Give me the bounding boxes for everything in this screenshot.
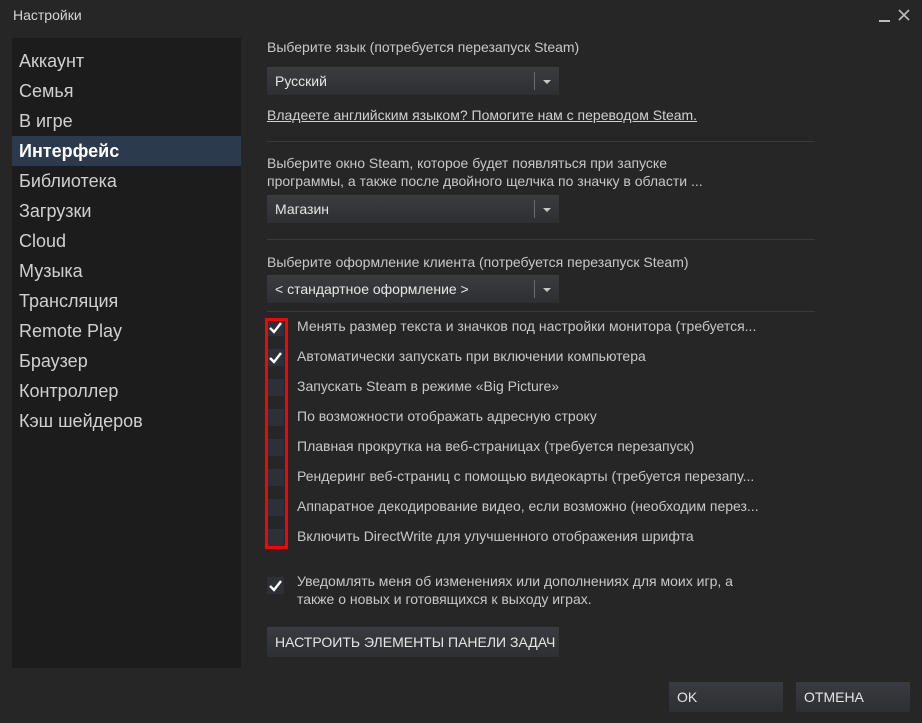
checkbox-label: Рендеринг веб-страниц с помощью видеокар… bbox=[297, 468, 755, 484]
ok-button[interactable]: OK bbox=[669, 682, 783, 712]
dropdown-separator bbox=[534, 280, 535, 298]
sidebar-item-remote-play[interactable]: Remote Play bbox=[12, 316, 241, 346]
sidebar-item-browser[interactable]: Браузер bbox=[12, 346, 241, 376]
sidebar-item-interface[interactable]: Интерфейс bbox=[12, 136, 241, 166]
checkbox-smooth-scroll[interactable]: Плавная прокрутка на веб-страницах (треб… bbox=[267, 432, 827, 462]
sidebar-item-controller[interactable]: Контроллер bbox=[12, 376, 241, 406]
minimize-icon bbox=[878, 20, 890, 22]
notify-updates-label-line2: также о новых и готовящихся к выходу игр… bbox=[297, 591, 592, 607]
settings-sidebar: Аккаунт Семья В игре Интерфейс Библиотек… bbox=[12, 38, 241, 668]
section-divider bbox=[267, 141, 815, 142]
title-bar[interactable]: Настройки bbox=[0, 0, 922, 36]
sidebar-item-family[interactable]: Семья bbox=[12, 76, 241, 106]
startup-window-label-line1: Выберите окно Steam, которое будет появл… bbox=[267, 155, 667, 171]
sidebar-item-in-game[interactable]: В игре bbox=[12, 106, 241, 136]
sidebar-item-account[interactable]: Аккаунт bbox=[12, 46, 241, 76]
checkbox-label: Плавная прокрутка на веб-страницах (треб… bbox=[297, 438, 695, 454]
skin-dropdown-value: < стандартное оформление > bbox=[275, 281, 469, 297]
skin-label: Выберите оформление клиента (потребуется… bbox=[267, 254, 689, 270]
checkbox-hw-video-decode[interactable]: Аппаратное декодирование видео, если воз… bbox=[267, 492, 827, 522]
dropdown-separator bbox=[534, 72, 535, 90]
checkbox-box[interactable] bbox=[267, 439, 284, 456]
checkmark-icon bbox=[269, 352, 282, 364]
checkbox-label: По возможности отображать адресную строк… bbox=[297, 408, 597, 424]
checkbox-box[interactable] bbox=[267, 409, 284, 426]
checkbox-box[interactable] bbox=[267, 379, 284, 396]
dropdown-separator bbox=[534, 200, 535, 218]
checkbox-box[interactable] bbox=[267, 529, 284, 546]
minimize-button[interactable] bbox=[874, 3, 894, 27]
close-icon bbox=[898, 9, 910, 21]
translation-help-link[interactable]: Владеете английским языком? Помогите нам… bbox=[267, 107, 697, 123]
sidebar-item-downloads[interactable]: Загрузки bbox=[12, 196, 241, 226]
configure-taskbar-button[interactable]: НАСТРОИТЬ ЭЛЕМЕНТЫ ПАНЕЛИ ЗАДАЧ bbox=[267, 627, 559, 657]
checkbox-box[interactable] bbox=[267, 319, 284, 336]
chevron-down-icon bbox=[543, 208, 551, 212]
sidebar-item-cloud[interactable]: Cloud bbox=[12, 226, 241, 256]
checkbox-autostart[interactable]: Автоматически запускать при включении ко… bbox=[267, 342, 827, 372]
checkbox-box[interactable] bbox=[267, 349, 284, 366]
sidebar-item-shader-cache[interactable]: Кэш шейдеров bbox=[12, 406, 241, 436]
checkbox-box[interactable] bbox=[267, 469, 284, 486]
cancel-button[interactable]: ОТМЕНА bbox=[796, 682, 910, 712]
checkbox-gpu-rendering[interactable]: Рендеринг веб-страниц с помощью видеокар… bbox=[267, 462, 827, 492]
close-button[interactable] bbox=[894, 3, 914, 27]
notify-updates-label-line1: Уведомлять меня об изменениях или дополн… bbox=[297, 573, 733, 589]
skin-dropdown[interactable]: < стандартное оформление > bbox=[267, 275, 559, 303]
language-label: Выберите язык (потребуется перезапуск St… bbox=[267, 39, 580, 55]
checkbox-address-bar[interactable]: По возможности отображать адресную строк… bbox=[267, 402, 827, 432]
sidebar-item-music[interactable]: Музыка bbox=[12, 256, 241, 286]
settings-content: Выберите язык (потребуется перезапуск St… bbox=[243, 38, 915, 668]
startup-window-dropdown-value: Магазин bbox=[275, 201, 330, 217]
startup-window-label-line2: программы, а также после двойного щелчка… bbox=[267, 173, 703, 189]
chevron-down-icon bbox=[543, 80, 551, 84]
sidebar-item-library[interactable]: Библиотека bbox=[12, 166, 241, 196]
language-dropdown-value: Русский bbox=[275, 73, 327, 89]
checkbox-scale-text[interactable]: Менять размер текста и значков под настр… bbox=[267, 312, 827, 342]
checkmark-icon bbox=[269, 580, 282, 592]
sidebar-item-broadcast[interactable]: Трансляция bbox=[12, 286, 241, 316]
checkbox-label: Автоматически запускать при включении ко… bbox=[297, 348, 646, 364]
startup-window-dropdown[interactable]: Магазин bbox=[267, 195, 559, 223]
section-divider bbox=[267, 239, 815, 240]
language-dropdown[interactable]: Русский bbox=[267, 67, 559, 95]
settings-window: Настройки Аккаунт Семья В игре Интерфейс… bbox=[0, 0, 922, 723]
checkmark-icon bbox=[269, 322, 282, 334]
checkbox-big-picture[interactable]: Запускать Steam в режиме «Big Picture» bbox=[267, 372, 827, 402]
chevron-down-icon bbox=[543, 288, 551, 292]
checkbox-label: Менять размер текста и значков под настр… bbox=[297, 318, 757, 334]
checkbox-label: Аппаратное декодирование видео, если воз… bbox=[297, 498, 759, 514]
checkbox-box[interactable] bbox=[267, 577, 284, 594]
checkbox-directwrite[interactable]: Включить DirectWrite для улучшенного ото… bbox=[267, 522, 827, 552]
checkbox-label: Включить DirectWrite для улучшенного ото… bbox=[297, 528, 694, 544]
notify-updates-label: Уведомлять меня об изменениях или дополн… bbox=[297, 572, 797, 608]
window-title: Настройки bbox=[13, 7, 82, 23]
checkbox-label: Запускать Steam в режиме «Big Picture» bbox=[297, 378, 560, 394]
checkbox-box[interactable] bbox=[267, 499, 284, 516]
